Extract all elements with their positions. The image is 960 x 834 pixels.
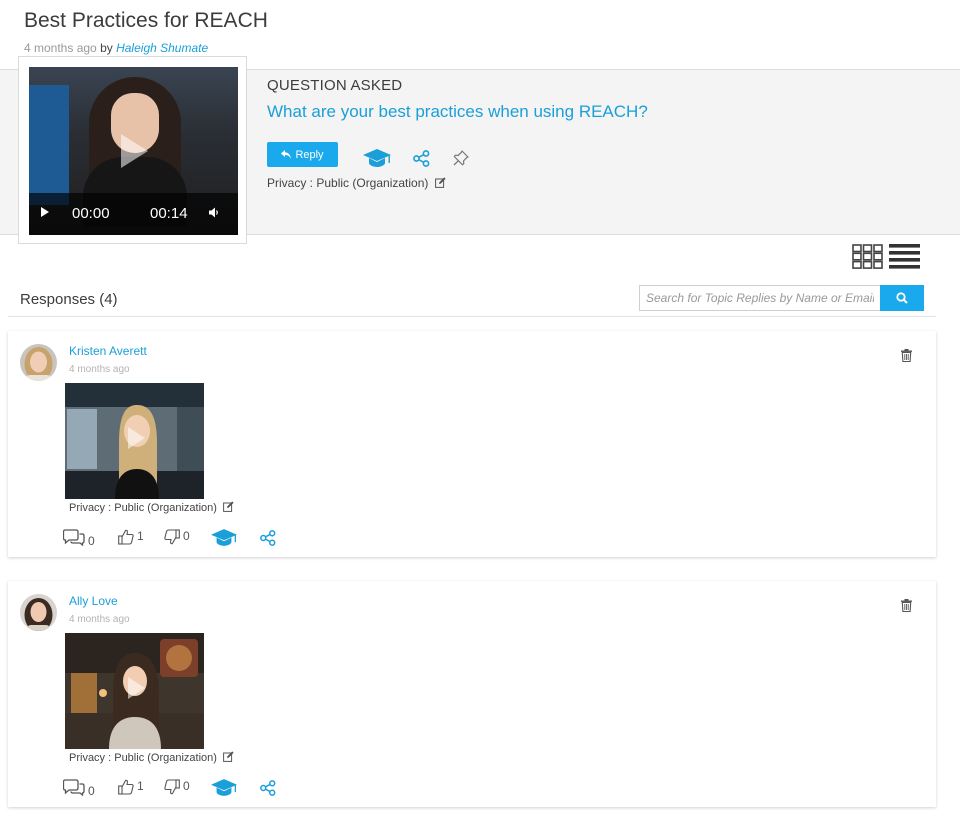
- comments-count[interactable]: 0: [63, 779, 95, 798]
- response-privacy-text: Privacy : Public (Organization): [69, 752, 217, 764]
- topic-meta: 4 months ago by Haleigh Shumate: [24, 41, 208, 55]
- list-view-icon[interactable]: [889, 244, 920, 269]
- page-title: Best Practices for REACH: [24, 9, 268, 32]
- responses-divider: [8, 316, 936, 317]
- response-video[interactable]: [65, 383, 204, 499]
- response-privacy: Privacy : Public (Organization): [69, 501, 234, 514]
- response-privacy: Privacy : Public (Organization): [69, 751, 234, 764]
- like-button[interactable]: 1: [118, 779, 144, 795]
- dislike-button[interactable]: 0: [164, 779, 190, 795]
- reply-button-label: Reply: [295, 148, 324, 161]
- question-privacy-text: Privacy : Public (Organization): [267, 176, 429, 190]
- question-label: QUESTION ASKED: [267, 77, 403, 94]
- play-icon[interactable]: [41, 207, 49, 217]
- trash-icon[interactable]: [901, 599, 912, 612]
- play-overlay-icon[interactable]: [128, 677, 145, 699]
- dislikes-count: 0: [183, 529, 190, 543]
- question-video-player[interactable]: 00:00 00:14: [29, 67, 238, 235]
- graduation-cap-icon[interactable]: [211, 779, 237, 796]
- response-video[interactable]: [65, 633, 204, 749]
- video-duration: 00:14: [150, 205, 188, 222]
- thumbs-up-icon: [118, 529, 134, 545]
- reply-search: [639, 285, 924, 311]
- responder-name[interactable]: Kristen Averett: [69, 344, 147, 358]
- graduation-cap-icon[interactable]: [211, 529, 237, 546]
- question-privacy: Privacy : Public (Organization): [267, 176, 446, 190]
- question-text: What are your best practices when using …: [267, 102, 648, 121]
- trash-icon[interactable]: [901, 349, 912, 362]
- comment-icon: [63, 529, 85, 546]
- edit-icon[interactable]: [223, 501, 234, 512]
- search-icon: [896, 292, 908, 304]
- dislikes-count: 0: [183, 779, 190, 793]
- play-overlay-icon[interactable]: [128, 427, 145, 449]
- topic-time: 4 months ago: [24, 41, 97, 55]
- by-label: by: [100, 41, 113, 55]
- comments-count-value: 0: [88, 534, 95, 548]
- responder-name[interactable]: Ally Love: [69, 594, 118, 608]
- video-controls: 00:00 00:14: [29, 193, 238, 235]
- reply-button[interactable]: Reply: [267, 142, 338, 167]
- topic-author-link[interactable]: Haleigh Shumate: [116, 41, 208, 55]
- video-current-time: 00:00: [72, 205, 110, 222]
- comments-count[interactable]: 0: [63, 529, 95, 548]
- response-time: 4 months ago: [69, 364, 130, 375]
- thumbs-up-icon: [118, 779, 134, 795]
- edit-icon[interactable]: [434, 177, 446, 188]
- reply-icon: [281, 150, 292, 159]
- response-privacy-text: Privacy : Public (Organization): [69, 502, 217, 514]
- dislike-button[interactable]: 0: [164, 529, 190, 545]
- avatar[interactable]: [20, 594, 57, 631]
- volume-icon[interactable]: [209, 207, 220, 218]
- response-time: 4 months ago: [69, 614, 130, 625]
- search-button[interactable]: [880, 285, 924, 311]
- pin-icon[interactable]: [453, 150, 469, 166]
- grid-view-icon[interactable]: [852, 244, 883, 269]
- reply-search-input[interactable]: [639, 285, 880, 311]
- play-overlay-icon[interactable]: [121, 134, 148, 168]
- likes-count: 1: [137, 529, 144, 543]
- comments-count-value: 0: [88, 784, 95, 798]
- graduation-cap-icon[interactable]: [363, 149, 391, 167]
- response-card: Ally Love 4 months ago Privacy : Public …: [8, 581, 936, 807]
- comment-icon: [63, 779, 85, 796]
- response-card: Kristen Averett 4 months ago Privacy : P…: [8, 331, 936, 557]
- likes-count: 1: [137, 779, 144, 793]
- thumbs-down-icon: [164, 779, 180, 795]
- avatar[interactable]: [20, 344, 57, 381]
- like-button[interactable]: 1: [118, 529, 144, 545]
- edit-icon[interactable]: [223, 751, 234, 762]
- share-icon[interactable]: [260, 780, 276, 796]
- share-icon[interactable]: [413, 150, 430, 167]
- video-background-window: [29, 85, 69, 205]
- share-icon[interactable]: [260, 530, 276, 546]
- responses-title: Responses (4): [20, 291, 118, 308]
- thumbs-down-icon: [164, 529, 180, 545]
